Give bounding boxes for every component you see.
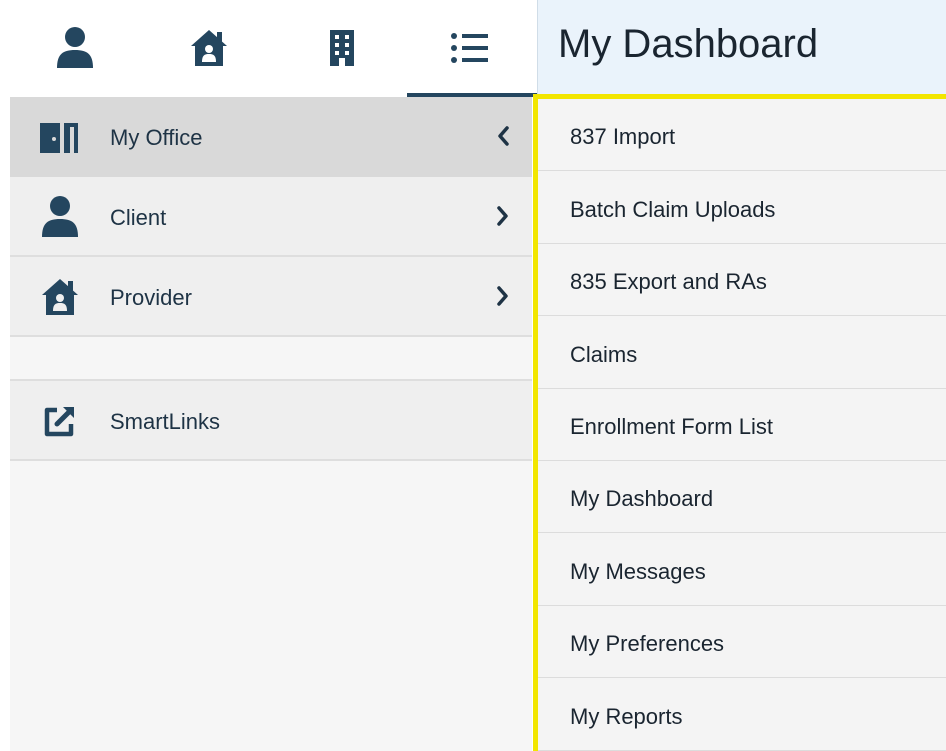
menu-item-enrollment-form-list[interactable]: Enrollment Form List — [538, 389, 946, 461]
menu-item-label: Batch Claim Uploads — [570, 197, 776, 222]
menu-item-label: My Preferences — [570, 631, 725, 656]
menu-item-my-reports[interactable]: My Reports — [538, 679, 946, 751]
office-door-icon — [38, 115, 82, 159]
top-tab-bar — [10, 0, 538, 97]
person-icon — [38, 195, 82, 239]
sidebar-item-label: My Office — [110, 125, 203, 150]
sidebar-item-label: SmartLinks — [110, 409, 221, 434]
menu-item-label: Claims — [570, 342, 638, 367]
chevron-right-icon — [496, 285, 510, 312]
sidebar-item-my-office[interactable]: My Office — [10, 97, 532, 177]
menu-item-label: 835 Export and RAs — [570, 269, 767, 294]
house-icon — [191, 30, 227, 66]
tab-list[interactable] — [440, 16, 500, 80]
sidebar-spacer — [10, 339, 532, 381]
tab-client[interactable] — [45, 16, 105, 80]
menu-item-batch-claim-uploads[interactable]: Batch Claim Uploads — [538, 172, 946, 244]
my-office-submenu: 837 Import Batch Claim Uploads 835 Expor… — [533, 94, 946, 751]
sidebar-item-label: Provider — [110, 285, 192, 310]
sidebar-item-label: Client — [110, 205, 167, 230]
menu-item-my-preferences[interactable]: My Preferences — [538, 606, 946, 678]
menu-item-my-dashboard[interactable]: My Dashboard — [538, 461, 946, 533]
tab-office[interactable] — [312, 16, 372, 80]
list-icon — [451, 33, 488, 63]
menu-item-label: My Reports — [570, 704, 683, 729]
chevron-left-icon — [496, 125, 510, 152]
chevron-right-icon — [496, 205, 510, 232]
house-icon — [38, 275, 82, 319]
building-icon — [330, 30, 354, 66]
tab-provider[interactable] — [179, 16, 239, 80]
menu-item-label: My Messages — [570, 559, 706, 584]
person-icon — [57, 27, 93, 68]
menu-item-my-messages[interactable]: My Messages — [538, 534, 946, 606]
sidebar-item-smartlinks[interactable]: SmartLinks — [10, 381, 532, 461]
page-header: My Dashboard — [537, 0, 946, 97]
sidebar-item-provider[interactable]: Provider — [10, 257, 532, 337]
external-link-icon — [38, 399, 82, 443]
sidebar: My Office Client Provider SmartLinks — [10, 97, 532, 751]
menu-item-835-export[interactable]: 835 Export and RAs — [538, 244, 946, 316]
sidebar-item-client[interactable]: Client — [10, 177, 532, 257]
menu-item-claims[interactable]: Claims — [538, 317, 946, 389]
menu-item-837-import[interactable]: 837 Import — [538, 99, 946, 171]
menu-item-label: 837 Import — [570, 124, 676, 149]
menu-item-label: My Dashboard — [570, 486, 714, 511]
page-title: My Dashboard — [558, 22, 819, 66]
menu-item-label: Enrollment Form List — [570, 414, 773, 439]
